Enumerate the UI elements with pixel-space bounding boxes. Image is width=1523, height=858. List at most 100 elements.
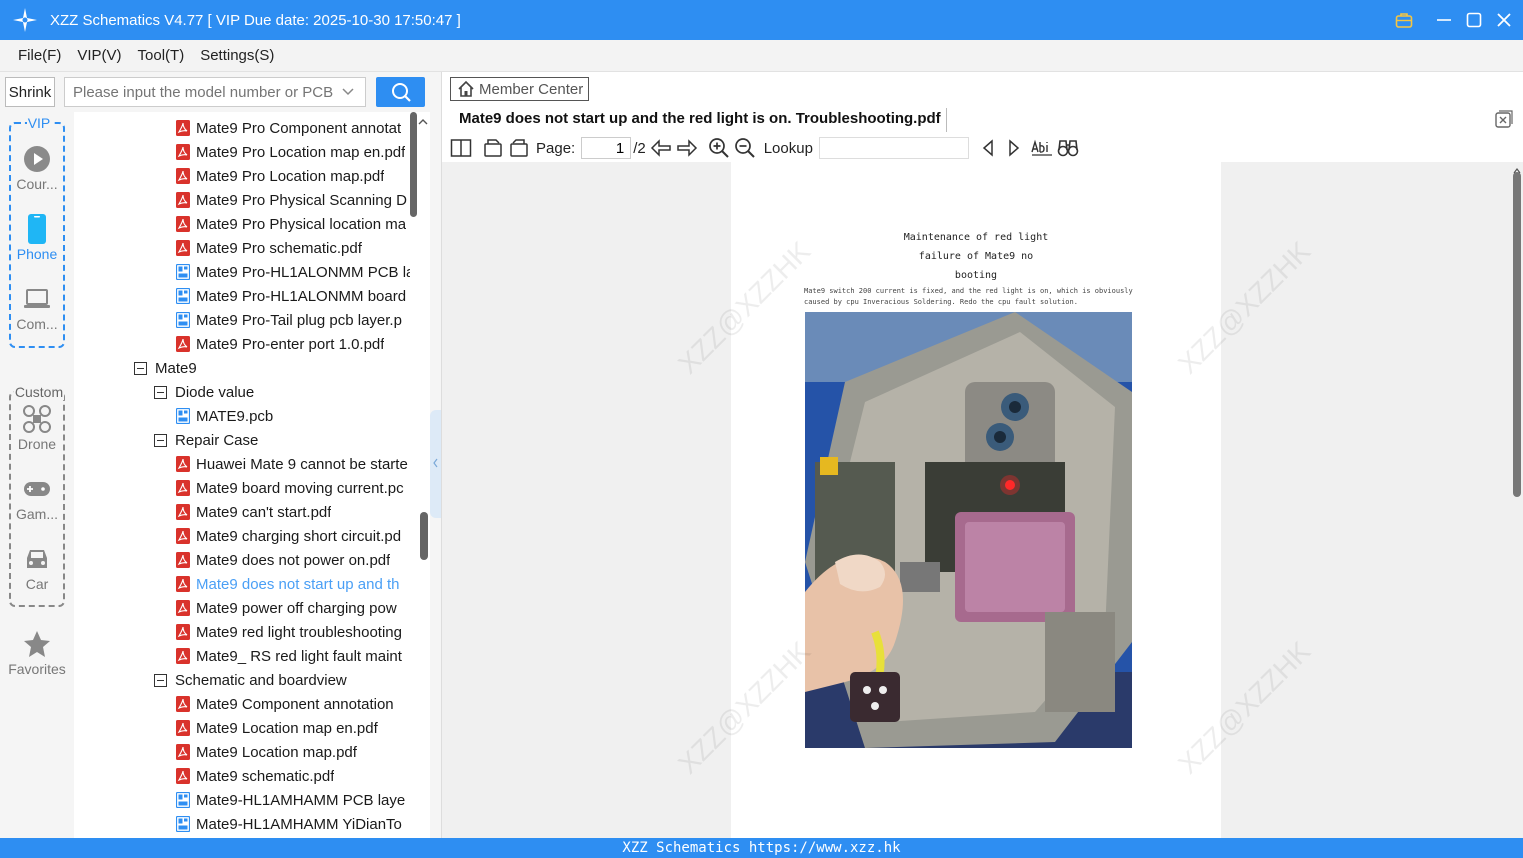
pcb-file-icon: [175, 791, 191, 809]
tree-item-label: Mate9-HL1AMHAMM PCB laye: [196, 791, 406, 809]
tree-file[interactable]: MATE9.pcb: [175, 404, 410, 428]
member-center-label: Member Center: [479, 80, 584, 98]
tree-item-label: Mate9 Component annotation: [196, 695, 394, 713]
close-button[interactable]: [1495, 11, 1513, 29]
prev-page-arrow-icon[interactable]: [650, 136, 672, 160]
viewer-scroll-up-icon[interactable]: [1512, 162, 1522, 179]
body-line: caused by cpu Inveracious Soldering. Red…: [804, 298, 1078, 306]
tree-file[interactable]: Mate9 Pro-enter port 1.0.pdf: [176, 332, 410, 356]
rotate-right-icon[interactable]: [508, 136, 530, 160]
chevron-down-icon[interactable]: [341, 84, 355, 102]
search-combobox[interactable]: [64, 77, 366, 107]
tree-file[interactable]: Mate9 Location map en.pdf: [176, 716, 410, 740]
lookup-input[interactable]: [818, 137, 969, 159]
page-number-input[interactable]: [581, 137, 632, 159]
tree-item-label: MATE9.pcb: [196, 407, 274, 425]
pdf-file-icon: [176, 480, 190, 496]
tree-item-label: Mate9 schematic.pdf: [196, 767, 335, 785]
menu-file[interactable]: File(F): [18, 47, 61, 64]
vip-bag-icon[interactable]: [1395, 11, 1413, 29]
window-title: XZZ Schematics V4.77 [ VIP Due date: 202…: [50, 11, 461, 29]
car-icon: [0, 542, 74, 576]
category-column: VIP Custom Cour... Phone Com... Drone Ga…: [0, 112, 74, 838]
tree-file[interactable]: Mate9 schematic.pdf: [176, 764, 410, 788]
close-tabs-icon[interactable]: [1495, 110, 1513, 132]
tree-file[interactable]: Mate9 Pro schematic.pdf: [176, 236, 410, 260]
zoom-out-icon[interactable]: [734, 136, 756, 160]
tree-file[interactable]: Mate9 Pro Location map en.pdf: [176, 140, 410, 164]
document-body-text: Mate9 switch 200 current is fixed, and t…: [804, 286, 1149, 308]
tree-file[interactable]: Mate9 charging short circuit.pd: [176, 524, 410, 548]
file-tree: Mate9 Pro Component annotat Mate9 Pro Loc…: [74, 112, 430, 838]
tab-separator: [946, 108, 947, 132]
search-button[interactable]: [376, 77, 425, 107]
tree-item-label: Mate9 red light troubleshooting: [196, 623, 402, 641]
menu-settings[interactable]: Settings(S): [200, 47, 274, 64]
tree-file[interactable]: Mate9-HL1AMHAMM PCB laye: [175, 788, 410, 812]
tree-file[interactable]: Mate9 Pro Component annotat: [176, 116, 410, 140]
menu-vip[interactable]: VIP(V): [77, 47, 121, 64]
search-input[interactable]: [73, 83, 333, 101]
tree-file[interactable]: Mate9_ RS red light fault maint: [176, 644, 410, 668]
find-previous-icon[interactable]: [979, 136, 997, 160]
maximize-button[interactable]: [1465, 11, 1483, 29]
collapse-icon[interactable]: [154, 673, 167, 687]
binoculars-icon[interactable]: [1057, 136, 1079, 160]
tree-folder[interactable]: Diode value: [154, 380, 410, 404]
tree-file[interactable]: Mate9 Location map.pdf: [176, 740, 410, 764]
tree-file[interactable]: Mate9 does not power on.pdf: [176, 548, 410, 572]
category-favorites[interactable]: Favorites: [0, 627, 74, 677]
tree-item-label: Mate9 Pro-Tail plug pcb layer.p: [196, 311, 402, 329]
find-next-icon[interactable]: [1005, 136, 1023, 160]
category-drone[interactable]: Drone: [0, 402, 74, 452]
menu-tool[interactable]: Tool(T): [138, 47, 185, 64]
tree-file[interactable]: Mate9 Pro-HL1ALONMM board: [175, 284, 410, 308]
tree-file[interactable]: Huawei Mate 9 cannot be starte: [176, 452, 410, 476]
collapse-icon[interactable]: [154, 385, 167, 399]
panel-collapse-handle[interactable]: [430, 410, 441, 518]
lookup-label: Lookup: [763, 139, 813, 157]
title-bar: XZZ Schematics V4.77 [ VIP Due date: 202…: [0, 0, 1523, 40]
tree-file[interactable]: Mate9 Pro Location map.pdf: [176, 164, 410, 188]
pdf-viewer[interactable]: Maintenance of red light failure of Mate…: [442, 162, 1523, 838]
tree-file[interactable]: Mate9 Pro-HL1ALONMM PCB la: [175, 260, 410, 284]
tree-file[interactable]: Mate9 power off charging pow: [176, 596, 410, 620]
collapse-icon[interactable]: [134, 361, 147, 375]
minimize-button[interactable]: [1435, 11, 1453, 29]
rotate-left-icon[interactable]: [482, 136, 504, 160]
tree-file[interactable]: Mate9 board moving current.pc: [176, 476, 410, 500]
document-tab[interactable]: Mate9 does not start up and the red ligh…: [459, 110, 941, 127]
pdf-file-icon: [176, 504, 190, 520]
tree-file[interactable]: Mate9 can't start.pdf: [176, 500, 410, 524]
category-car[interactable]: Car: [0, 542, 74, 592]
tree-file[interactable]: Mate9 Component annotation: [176, 692, 410, 716]
match-case-icon[interactable]: [1031, 136, 1053, 160]
tree-folder[interactable]: Repair Case: [154, 428, 410, 452]
category-games[interactable]: Gam...: [0, 472, 74, 522]
tree-folder[interactable]: Mate9: [134, 356, 410, 380]
shrink-button[interactable]: Shrink: [5, 77, 55, 107]
tree-file[interactable]: Mate9 red light troubleshooting: [176, 620, 410, 644]
tree-file[interactable]: Mate9 Pro Physical location ma: [176, 212, 410, 236]
category-label: Favorites: [8, 661, 66, 677]
next-page-arrow-icon[interactable]: [676, 136, 698, 160]
tree-file[interactable]: Mate9 Pro Physical Scanning D: [176, 188, 410, 212]
tree-scroll-up-icon[interactable]: [417, 114, 429, 131]
member-center-button[interactable]: Member Center: [450, 77, 589, 101]
tree-file[interactable]: Mate9 does not start up and th: [176, 572, 410, 596]
tree-scrollbar-thumb[interactable]: [410, 112, 417, 217]
two-page-view-icon[interactable]: [450, 136, 472, 160]
collapse-icon[interactable]: [154, 433, 167, 447]
tree-folder[interactable]: Schematic and boardview: [154, 668, 410, 692]
panel-scrollbar-thumb[interactable]: [420, 512, 428, 560]
category-phone[interactable]: Phone: [0, 212, 74, 262]
tree-item-label: Mate9-HL1AMHAMM YiDianTo: [196, 815, 402, 833]
tree-file[interactable]: Mate9-HL1AMHAMM YiDianTo: [175, 812, 410, 836]
tree-item-label: Mate9: [155, 359, 197, 377]
category-courses[interactable]: Cour...: [0, 142, 74, 192]
category-computer[interactable]: Com...: [0, 282, 74, 332]
pdf-file-icon: [176, 600, 190, 616]
tree-file[interactable]: Mate9 Pro-Tail plug pcb layer.p: [175, 308, 410, 332]
viewer-scrollbar-thumb[interactable]: [1513, 172, 1521, 497]
zoom-in-icon[interactable]: [708, 136, 730, 160]
